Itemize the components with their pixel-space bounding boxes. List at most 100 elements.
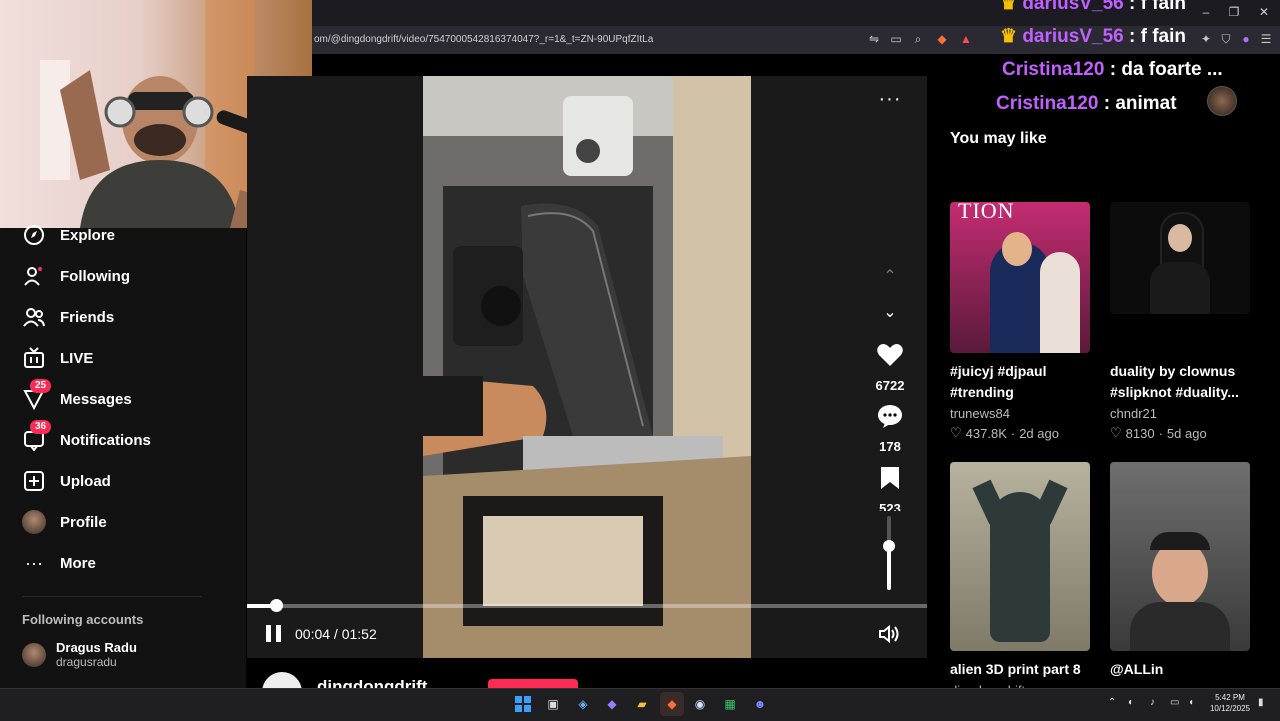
extension-icon[interactable]: ● — [1238, 31, 1254, 47]
sidebar-item-label: Profile — [60, 513, 107, 531]
card-title[interactable]: @ALLin — [1110, 659, 1260, 680]
friends-icon — [22, 305, 46, 329]
screen-icon[interactable]: ▭ — [888, 31, 904, 47]
next-video-icon[interactable]: ⌄ — [878, 302, 902, 322]
speaker-icon[interactable] — [878, 624, 902, 644]
video-frame[interactable] — [423, 76, 751, 658]
discord-icon[interactable]: ☻ — [748, 692, 772, 716]
task-view-icon[interactable]: ▣ — [541, 692, 565, 716]
card-age: 2d ago — [1019, 425, 1059, 441]
card-author[interactable]: trunews84 — [950, 406, 1010, 421]
sidebar-item-messages[interactable]: 25 Messages — [22, 379, 132, 411]
card-age: 5d ago — [1166, 425, 1207, 441]
sidebar-item-label: Notifications — [60, 431, 151, 449]
brave-browser-icon[interactable]: ◆ — [660, 692, 684, 716]
sidebar-item-label: More — [60, 554, 96, 572]
chat-message: ♛ dariusV_56 : f fain — [1000, 0, 1187, 14]
tray-audio-icon[interactable]: ◐ — [1128, 697, 1134, 708]
bookmark-icon[interactable] — [876, 464, 904, 492]
sidebar-item-explore[interactable]: Explore — [22, 223, 115, 247]
clock[interactable]: 5:42 PM 10/12/2025 — [1205, 692, 1255, 714]
sidebar-item-label: Explore — [60, 226, 116, 244]
card-title[interactable]: #juicyj #djpaul #trending — [950, 361, 1100, 403]
sidebar-item-upload[interactable]: Upload — [22, 469, 111, 493]
video-thumbnail[interactable] — [1110, 462, 1250, 651]
sidebar-item-label: Friends — [60, 308, 115, 326]
more-dots-icon: ··· — [25, 553, 43, 573]
user-avatar[interactable] — [1207, 86, 1237, 116]
close-window-icon[interactable]: ✕ — [1254, 4, 1274, 20]
card-title[interactable]: alien 3D print part 8 — [950, 659, 1100, 680]
heart-icon[interactable] — [876, 341, 904, 369]
zoom-icon[interactable]: ⌕ — [910, 31, 926, 47]
restore-icon[interactable]: ❐ — [1224, 4, 1244, 20]
video-thumbnail[interactable]: TION — [950, 202, 1090, 353]
recommendations-title: You may like — [950, 130, 1047, 147]
stats-separator: · — [1010, 425, 1016, 441]
messages-badge: 25 — [30, 379, 52, 393]
chat-message: Cristina120 : da foarte ... — [1002, 59, 1223, 80]
reader-icon[interactable]: ⇋ — [866, 31, 882, 47]
file-explorer-icon[interactable]: ▰ — [630, 692, 654, 716]
volume-handle[interactable] — [883, 540, 895, 552]
sidebar-item-friends[interactable]: Friends — [22, 305, 114, 329]
volume-tray-icon[interactable]: ◖ — [1188, 697, 1194, 708]
card-author[interactable]: chndr21 — [1110, 406, 1157, 421]
shield-toolbar-icon[interactable]: ⛉ — [1218, 31, 1234, 47]
copilot-icon[interactable]: ◆ — [600, 692, 624, 716]
sidebar-item-label: Upload — [60, 472, 111, 490]
progress-bar[interactable] — [247, 604, 927, 608]
clock-date: 10/12/2025 — [1209, 704, 1251, 713]
sidebar-item-profile[interactable]: Profile — [22, 510, 107, 534]
heart-outline-icon: ♡ — [950, 425, 962, 440]
compass-icon — [22, 223, 46, 247]
playback-time: 00:04 / 01:52 — [295, 626, 377, 642]
rewards-icon[interactable]: ▲ — [958, 31, 974, 47]
stats-separator: · — [1158, 425, 1163, 441]
chat-message: ♛ dariusV_56 : f fain — [1000, 26, 1187, 47]
sidebar-item-live[interactable]: LIVE — [22, 346, 93, 370]
card-stats: ♡ 8130 · 5d ago — [1110, 425, 1207, 441]
brave-shield-icon[interactable]: ◆ — [934, 31, 950, 47]
following-icon — [22, 264, 46, 288]
more-options-icon[interactable]: ··· — [878, 89, 902, 112]
messages-icon: 25 — [22, 379, 52, 411]
card-title[interactable]: duality by clownus #slipknot #duality... — [1110, 361, 1260, 403]
chat-message: Cristina120 : animat — [996, 93, 1177, 114]
video-thumbnail[interactable] — [950, 462, 1090, 651]
pause-button[interactable] — [266, 625, 286, 643]
sidebar-item-label: Messages — [60, 390, 132, 408]
excel-icon[interactable]: ▦ — [718, 692, 742, 716]
comment-count: 178 — [879, 439, 901, 454]
widgets-icon[interactable]: ◈ — [571, 692, 595, 716]
minimize-icon[interactable]: – — [1196, 4, 1216, 20]
upload-icon — [22, 469, 46, 493]
bookmark-toolbar-icon[interactable]: ✦ — [1198, 31, 1214, 47]
network-icon[interactable]: ▭ — [1170, 697, 1179, 708]
video-thumbnail[interactable] — [1110, 202, 1250, 314]
save-count: 523 — [879, 501, 901, 511]
microphone-icon[interactable]: ♪ — [1150, 697, 1155, 708]
like-count: 6722 — [875, 378, 905, 393]
notification-bell-icon[interactable]: ▮ — [1258, 697, 1264, 708]
sidebar-item-following[interactable]: Following — [22, 264, 130, 288]
heart-outline-icon: ♡ — [1110, 425, 1122, 440]
account-handle: dragusradu — [56, 655, 117, 669]
following-account-item[interactable]: Dragus Radu dragusradu — [22, 640, 137, 669]
sidebar-item-notifications[interactable]: 36 Notifications — [22, 420, 151, 452]
profile-avatar — [22, 510, 46, 534]
progress-handle[interactable] — [270, 599, 283, 612]
windows-start-icon[interactable] — [511, 692, 535, 716]
menu-icon[interactable]: ☰ — [1258, 31, 1274, 47]
url-text[interactable]: om/@dingdongdrift/video/7547000542816374… — [314, 34, 653, 45]
comment-icon[interactable] — [876, 402, 904, 430]
tray-chevron-icon[interactable]: ⌃ — [1108, 697, 1116, 708]
card-likes: 8130 — [1125, 425, 1155, 441]
sidebar-divider — [22, 596, 202, 597]
previous-video-icon[interactable]: ⌃ — [878, 266, 902, 286]
volume-level — [887, 546, 891, 590]
live-icon — [22, 346, 46, 370]
steam-icon[interactable]: ◉ — [688, 692, 712, 716]
following-accounts-title: Following accounts — [22, 612, 144, 627]
sidebar-item-more[interactable]: ··· More — [22, 551, 96, 575]
